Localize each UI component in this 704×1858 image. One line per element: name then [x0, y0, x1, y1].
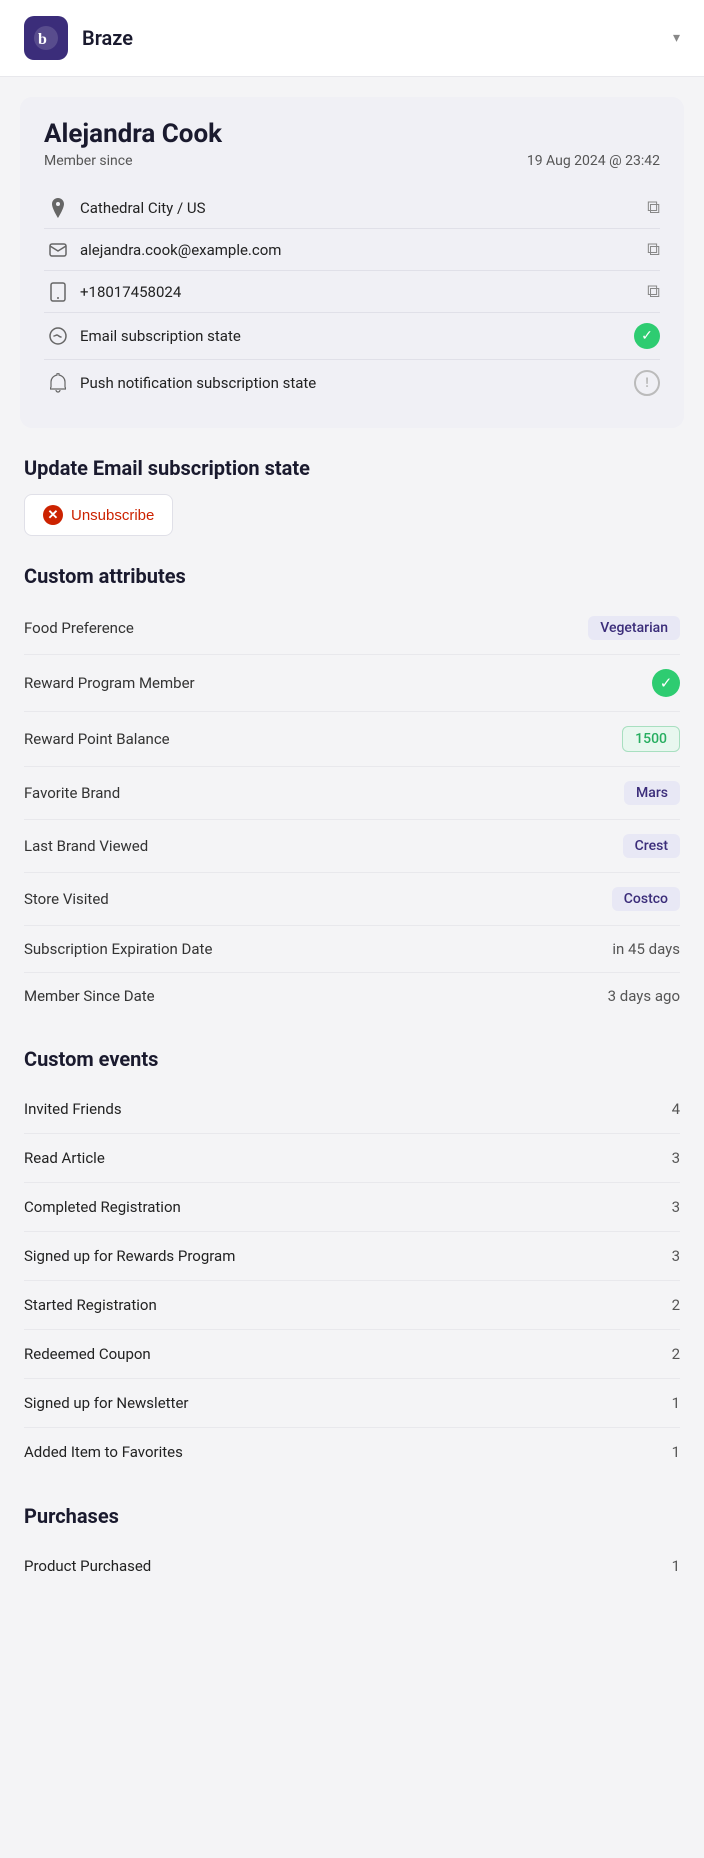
- event-label-read-article: Read Article: [24, 1149, 105, 1167]
- event-count-signed-up-rewards: 3: [672, 1247, 680, 1265]
- attr-value-member-since: 3 days ago: [608, 987, 680, 1005]
- email-icon: [44, 243, 72, 257]
- email-subscription-icon: [44, 327, 72, 345]
- email-subscription-section: Update Email subscription state ✕ Unsubs…: [0, 456, 704, 536]
- event-completed-registration: Completed Registration 3: [24, 1183, 680, 1232]
- email-subscription-row: Email subscription state ✓: [44, 313, 660, 360]
- copy-email-icon[interactable]: ⧉: [647, 239, 660, 260]
- attr-value-last-brand: Crest: [623, 834, 680, 858]
- braze-logo: b: [24, 16, 68, 60]
- attr-value-reward-member: ✓: [652, 669, 680, 697]
- event-read-article: Read Article 3: [24, 1134, 680, 1183]
- attr-member-since: Member Since Date 3 days ago: [24, 973, 680, 1019]
- attr-value-fav-brand: Mars: [624, 781, 680, 805]
- event-count-invited-friends: 4: [672, 1100, 680, 1118]
- custom-attributes-section: Custom attributes Food Preference Vegeta…: [0, 564, 704, 1019]
- event-added-favorites: Added Item to Favorites 1: [24, 1428, 680, 1476]
- attr-reward-member: Reward Program Member ✓: [24, 655, 680, 712]
- attr-store-visited: Store Visited Costco: [24, 873, 680, 926]
- event-label-signed-up-rewards: Signed up for Rewards Program: [24, 1247, 235, 1265]
- event-count-redeemed-coupon: 2: [672, 1345, 680, 1363]
- purchase-product-purchased: Product Purchased 1: [24, 1542, 680, 1590]
- purchases-title: Purchases: [24, 1504, 680, 1528]
- event-count-completed-registration: 3: [672, 1198, 680, 1216]
- email-subscription-title: Update Email subscription state: [24, 456, 680, 480]
- copy-location-icon[interactable]: ⧉: [647, 197, 660, 218]
- phone-text: +18017458024: [80, 283, 647, 301]
- event-label-signed-up-newsletter: Signed up for Newsletter: [24, 1394, 189, 1412]
- custom-attributes-list: Food Preference Vegetarian Reward Progra…: [24, 602, 680, 1019]
- profile-phone-row: +18017458024 ⧉: [44, 271, 660, 313]
- attr-label-member-since: Member Since Date: [24, 987, 155, 1005]
- attr-reward-balance: Reward Point Balance 1500: [24, 712, 680, 767]
- push-subscription-status: !: [634, 370, 660, 396]
- member-since-label: Member since: [44, 153, 133, 169]
- copy-phone-icon[interactable]: ⧉: [647, 281, 660, 302]
- header: b Braze ▾: [0, 0, 704, 77]
- event-redeemed-coupon: Redeemed Coupon 2: [24, 1330, 680, 1379]
- attr-subscription-expiry: Subscription Expiration Date in 45 days: [24, 926, 680, 973]
- attr-label-store: Store Visited: [24, 890, 109, 908]
- event-started-registration: Started Registration 2: [24, 1281, 680, 1330]
- event-label-added-favorites: Added Item to Favorites: [24, 1443, 183, 1461]
- event-label-invited-friends: Invited Friends: [24, 1100, 122, 1118]
- push-icon: [44, 373, 72, 393]
- custom-attributes-title: Custom attributes: [24, 564, 680, 588]
- attr-label-last-brand: Last Brand Viewed: [24, 837, 148, 855]
- custom-events-list: Invited Friends 4 Read Article 3 Complet…: [24, 1085, 680, 1476]
- event-signed-up-newsletter: Signed up for Newsletter 1: [24, 1379, 680, 1428]
- attr-last-brand: Last Brand Viewed Crest: [24, 820, 680, 873]
- attr-label-expiry: Subscription Expiration Date: [24, 940, 212, 958]
- attr-value-food: Vegetarian: [588, 616, 680, 640]
- purchases-section: Purchases Product Purchased 1: [0, 1504, 704, 1590]
- unsubscribe-label: Unsubscribe: [71, 507, 154, 524]
- attr-value-balance: 1500: [622, 726, 680, 752]
- unsubscribe-button[interactable]: ✕ Unsubscribe: [24, 494, 173, 536]
- event-label-started-registration: Started Registration: [24, 1296, 157, 1314]
- profile-location-row: Cathedral City / US ⧉: [44, 187, 660, 229]
- event-count-added-favorites: 1: [672, 1443, 680, 1461]
- attr-favorite-brand: Favorite Brand Mars: [24, 767, 680, 820]
- event-signed-up-rewards: Signed up for Rewards Program 3: [24, 1232, 680, 1281]
- attr-value-store: Costco: [612, 887, 680, 911]
- svg-text:b: b: [38, 31, 47, 48]
- profile-name: Alejandra Cook: [44, 119, 660, 149]
- chevron-down-icon[interactable]: ▾: [673, 30, 680, 46]
- push-subscription-row: Push notification subscription state !: [44, 360, 660, 406]
- profile-card: Alejandra Cook Member since 19 Aug 2024 …: [20, 97, 684, 428]
- location-icon: [44, 198, 72, 218]
- purchase-label-product: Product Purchased: [24, 1557, 151, 1575]
- event-label-redeemed-coupon: Redeemed Coupon: [24, 1345, 151, 1363]
- unsubscribe-icon: ✕: [43, 505, 63, 525]
- event-count-signed-up-newsletter: 1: [672, 1394, 680, 1412]
- attr-label-balance: Reward Point Balance: [24, 730, 170, 748]
- email-subscription-status: ✓: [634, 323, 660, 349]
- attr-label-reward-member: Reward Program Member: [24, 674, 195, 692]
- member-since-date: 19 Aug 2024 @ 23:42: [527, 153, 660, 169]
- attr-value-expiry: in 45 days: [612, 940, 680, 958]
- app-title: Braze: [82, 26, 673, 50]
- email-text: alejandra.cook@example.com: [80, 241, 647, 259]
- event-count-started-registration: 2: [672, 1296, 680, 1314]
- phone-icon: [44, 282, 72, 302]
- attr-label-fav-brand: Favorite Brand: [24, 784, 120, 802]
- event-count-read-article: 3: [672, 1149, 680, 1167]
- attr-food-preference: Food Preference Vegetarian: [24, 602, 680, 655]
- profile-since-row: Member since 19 Aug 2024 @ 23:42: [44, 153, 660, 169]
- location-text: Cathedral City / US: [80, 199, 647, 217]
- event-invited-friends: Invited Friends 4: [24, 1085, 680, 1134]
- push-subscription-label: Push notification subscription state: [80, 374, 634, 392]
- email-subscription-label: Email subscription state: [80, 327, 634, 345]
- profile-email-row: alejandra.cook@example.com ⧉: [44, 229, 660, 271]
- event-label-completed-registration: Completed Registration: [24, 1198, 181, 1216]
- purchase-count-product: 1: [672, 1557, 680, 1575]
- attr-label-food: Food Preference: [24, 619, 134, 637]
- purchases-list: Product Purchased 1: [24, 1542, 680, 1590]
- custom-events-title: Custom events: [24, 1047, 680, 1071]
- custom-events-section: Custom events Invited Friends 4 Read Art…: [0, 1047, 704, 1476]
